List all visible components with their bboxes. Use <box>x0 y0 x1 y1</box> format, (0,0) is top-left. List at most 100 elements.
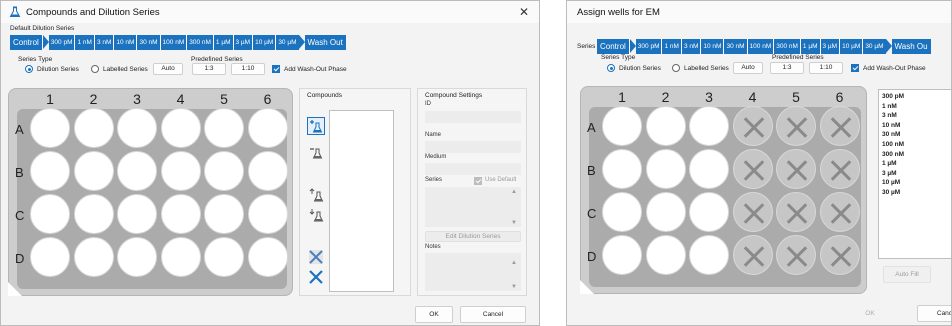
well-c6[interactable] <box>247 194 288 234</box>
auto-button[interactable]: Auto <box>733 62 763 74</box>
checkbox-checked[interactable] <box>851 64 859 72</box>
ratio-1-3-button[interactable]: 1:3 <box>770 62 804 74</box>
concentration-item[interactable]: 3 µM <box>882 170 897 177</box>
notes-scroll-down-icon[interactable]: ▼ <box>511 284 517 290</box>
notes-scroll-up-icon[interactable]: ▲ <box>511 260 517 266</box>
well-d4[interactable] <box>160 237 201 277</box>
concentration-list[interactable]: 300 pM 1 nM 3 nM 10 nM 30 nM 100 nM 300 nM 1 µM… <box>878 89 951 259</box>
ok-button[interactable]: OK <box>415 306 453 323</box>
scroll-down-icon[interactable]: ▼ <box>511 220 517 226</box>
add-washout-checkbox[interactable]: Add Wash-Out Phase <box>272 65 347 73</box>
well-c4[interactable] <box>732 192 773 232</box>
series-step[interactable]: 30 µM <box>863 39 886 54</box>
compounds-list[interactable] <box>329 110 394 292</box>
series-step[interactable]: 300 pM <box>635 39 663 54</box>
radio-selected[interactable] <box>25 65 33 73</box>
well-c1[interactable] <box>30 194 70 234</box>
well-b1[interactable] <box>30 151 70 191</box>
well-b6[interactable] <box>819 149 860 189</box>
move-up-icon[interactable] <box>308 187 324 203</box>
series-step[interactable]: 100 nM <box>747 39 775 54</box>
well-c5[interactable] <box>776 192 816 232</box>
concentration-item[interactable]: 30 µM <box>882 189 900 196</box>
edit-dilution-series-button[interactable]: Edit Dilution Series <box>425 231 521 242</box>
well-a6[interactable] <box>247 108 288 148</box>
well-b3[interactable] <box>689 149 729 189</box>
cancel-button[interactable]: Cancel <box>917 305 951 322</box>
concentration-item[interactable]: 30 nM <box>882 131 900 138</box>
notes-field[interactable]: ▲ ▼ <box>425 253 521 291</box>
well-d3[interactable] <box>689 235 729 275</box>
radio-selected[interactable] <box>607 64 615 72</box>
dilution-series-radio[interactable]: Dilution Series <box>607 64 661 72</box>
well-c3[interactable] <box>117 194 157 234</box>
close-icon[interactable]: ✕ <box>519 5 529 19</box>
series-step[interactable]: 3 µM <box>820 39 841 54</box>
series-step[interactable]: 3 nM <box>94 35 115 50</box>
well-d2[interactable] <box>73 237 114 277</box>
series-step[interactable]: 1 µM <box>800 39 821 54</box>
id-field[interactable] <box>425 111 521 123</box>
well-a2[interactable] <box>645 106 686 146</box>
well-a1[interactable] <box>30 108 70 148</box>
medium-field[interactable] <box>425 163 521 175</box>
well-d5[interactable] <box>204 237 244 277</box>
series-step[interactable]: Control <box>597 39 630 54</box>
scroll-up-icon[interactable]: ▲ <box>511 189 517 195</box>
series-step[interactable]: 10 nM <box>701 39 725 54</box>
series-step[interactable]: 300 nM <box>187 35 214 50</box>
series-step[interactable]: 1 nM <box>662 39 682 54</box>
concentration-item[interactable]: 1 nM <box>882 103 897 110</box>
well-c1[interactable] <box>602 192 642 232</box>
radio-unselected[interactable] <box>672 64 680 72</box>
well-d6[interactable] <box>247 237 288 277</box>
auto-button[interactable]: Auto <box>153 63 183 75</box>
series-step[interactable]: Wash Out <box>304 35 346 50</box>
add-compound-icon[interactable] <box>307 117 325 135</box>
ratio-1-3-button[interactable]: 1:3 <box>192 63 226 75</box>
series-step[interactable]: Wash Ou <box>891 39 931 54</box>
well-b5[interactable] <box>204 151 244 191</box>
delete-icon[interactable] <box>308 269 324 285</box>
well-a2[interactable] <box>73 108 114 148</box>
concentration-item[interactable]: 300 pM <box>882 93 904 100</box>
series-step[interactable]: 3 µM <box>233 35 254 50</box>
well-a3[interactable] <box>117 108 157 148</box>
series-step[interactable]: 300 nM <box>774 39 801 54</box>
concentration-item[interactable]: 10 nM <box>882 122 900 129</box>
series-list[interactable]: ▲ ▼ <box>425 187 521 227</box>
move-down-icon[interactable] <box>308 207 324 223</box>
series-step[interactable]: 30 µM <box>276 35 299 50</box>
add-washout-checkbox[interactable]: Add Wash-Out Phase <box>851 64 926 72</box>
cancel-button[interactable]: Cancel <box>460 306 526 323</box>
well-b2[interactable] <box>73 151 114 191</box>
well-c2[interactable] <box>645 192 686 232</box>
well-a5[interactable] <box>776 106 816 146</box>
name-field[interactable] <box>425 141 521 153</box>
well-b4[interactable] <box>160 151 201 191</box>
labelled-series-radio[interactable]: Labelled Series <box>672 64 729 72</box>
labelled-series-radio[interactable]: Labelled Series <box>91 65 148 73</box>
well-c2[interactable] <box>73 194 114 234</box>
well-c6[interactable] <box>819 192 860 232</box>
ratio-1-10-button[interactable]: 1:10 <box>231 63 265 75</box>
well-d3[interactable] <box>117 237 157 277</box>
radio-unselected[interactable] <box>91 65 99 73</box>
series-step[interactable]: 1 µM <box>213 35 234 50</box>
well-b5[interactable] <box>776 149 816 189</box>
concentration-item[interactable]: 100 nM <box>882 141 904 148</box>
use-default-checkbox[interactable] <box>474 177 482 185</box>
well-d1[interactable] <box>602 235 642 275</box>
series-step[interactable]: 30 nM <box>724 39 748 54</box>
well-d2[interactable] <box>645 235 686 275</box>
series-step[interactable]: 300 pM <box>48 35 76 50</box>
well-a6[interactable] <box>819 106 860 146</box>
clear-wells-icon[interactable] <box>308 249 324 265</box>
well-b6[interactable] <box>247 151 288 191</box>
well-a4[interactable] <box>160 108 201 148</box>
checkbox-checked[interactable] <box>272 65 280 73</box>
series-step[interactable]: 10 nM <box>114 35 138 50</box>
remove-compound-icon[interactable] <box>308 145 324 161</box>
well-d6[interactable] <box>819 235 860 275</box>
series-step[interactable]: 30 nM <box>137 35 161 50</box>
